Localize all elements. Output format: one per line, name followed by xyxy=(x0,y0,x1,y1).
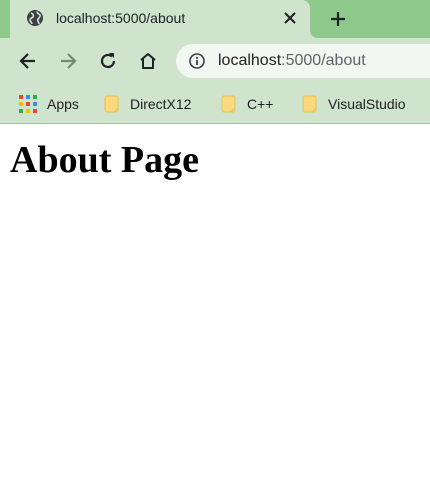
new-tab-button[interactable] xyxy=(326,7,350,31)
folder-icon xyxy=(221,95,236,113)
info-icon[interactable] xyxy=(188,52,206,70)
bookmark-visualstudio[interactable]: VisualStudio xyxy=(302,94,406,114)
folder-icon xyxy=(302,95,317,113)
close-icon xyxy=(284,12,296,24)
reload-button[interactable] xyxy=(96,49,120,73)
page-heading: About Page xyxy=(10,139,199,181)
folder-icon xyxy=(104,95,119,113)
back-button[interactable] xyxy=(16,49,40,73)
tab-close-button[interactable] xyxy=(280,8,300,28)
bookmark-label: Apps xyxy=(47,96,79,112)
tab-title: localhost:5000/about xyxy=(56,10,186,26)
back-arrow-icon xyxy=(19,53,35,69)
bookmark-cpp[interactable]: C++ xyxy=(221,94,273,114)
bookmarks-bar: Apps DirectX12 C++ VisualStudio xyxy=(0,85,430,124)
bookmark-directx12[interactable]: DirectX12 xyxy=(104,94,191,114)
tab-strip: localhost:5000/about xyxy=(0,0,430,38)
forward-arrow-icon xyxy=(61,53,77,69)
globe-icon xyxy=(27,10,43,26)
apps-grid-icon xyxy=(19,95,37,113)
url-text[interactable]: localhost:5000/about xyxy=(218,52,366,70)
browser-toolbar: localhost:5000/about xyxy=(0,38,430,85)
bookmark-label: C++ xyxy=(247,96,274,112)
bookmark-label: VisualStudio xyxy=(328,96,406,112)
bookmark-label: DirectX12 xyxy=(130,96,192,112)
address-bar[interactable]: localhost:5000/about xyxy=(176,44,430,78)
home-icon xyxy=(140,53,156,69)
tab-active[interactable]: localhost:5000/about xyxy=(10,0,318,38)
bookmark-apps[interactable]: Apps xyxy=(19,94,79,114)
url-path: :5000/about xyxy=(281,52,366,69)
url-host: localhost xyxy=(218,52,282,69)
page-content: About Page xyxy=(0,124,430,499)
forward-button[interactable] xyxy=(56,49,80,73)
reload-icon xyxy=(100,53,116,69)
plus-icon xyxy=(331,12,345,26)
home-button[interactable] xyxy=(136,49,160,73)
